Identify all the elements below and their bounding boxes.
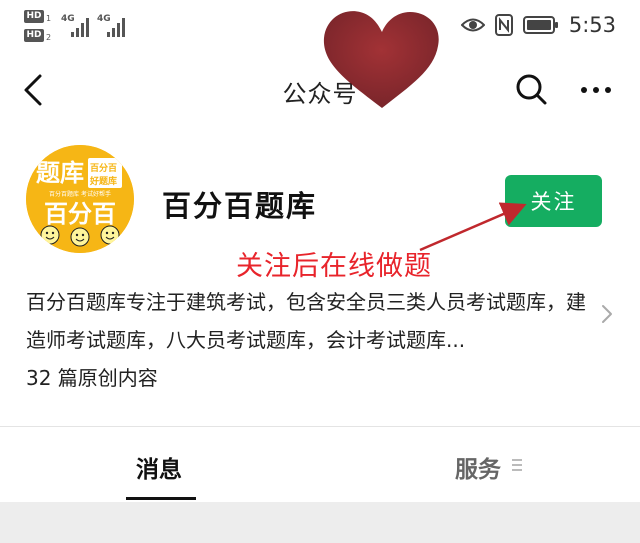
- heart-sticker-icon: [323, 11, 439, 109]
- smiley-icon: [40, 225, 60, 245]
- annotation-text: 关注后在线做题: [236, 251, 432, 282]
- signal-strength-icon: [107, 18, 125, 37]
- sim2-index: 2: [46, 33, 52, 42]
- chevron-right-icon[interactable]: [600, 303, 614, 325]
- signal-strength-icon: [71, 18, 89, 37]
- more-icon[interactable]: [578, 80, 614, 100]
- logo-graphic: 题库 百分百 好题库 百分百题库 考试好帮手 百分百: [26, 145, 134, 253]
- article-count: 32 篇原创内容: [26, 366, 158, 390]
- follow-button[interactable]: 关注: [505, 175, 602, 227]
- hd-badge-2: HD: [24, 29, 44, 42]
- account-name: 百分百题库: [162, 189, 318, 223]
- logo-tagline: 百分百题库 考试好帮手: [49, 190, 111, 198]
- logo-text-2: 百分百: [44, 200, 116, 228]
- logo-badge-1: 百分百: [90, 162, 117, 174]
- hd-badge-1: HD: [24, 10, 44, 23]
- tab-services[interactable]: 服务: [455, 450, 501, 484]
- battery-icon: [522, 16, 558, 34]
- nfc-icon: [494, 14, 513, 36]
- logo-badge-2: 好题库: [89, 175, 117, 187]
- status-icons: 5:53: [460, 10, 616, 40]
- tab-active-indicator: [126, 497, 196, 500]
- menu-lines-icon: [512, 459, 522, 471]
- message-area: [0, 502, 640, 543]
- account-description[interactable]: 百分百题库专注于建筑考试，包含安全员三类人员考试题库，建造师考试题库，八大员考试…: [26, 283, 594, 359]
- tab-messages[interactable]: 消息: [136, 450, 182, 484]
- smiley-icon: [70, 227, 90, 247]
- smiley-icon: [100, 225, 120, 245]
- account-avatar[interactable]: 题库 百分百 好题库 百分百题库 考试好帮手 百分百: [26, 145, 134, 253]
- logo-text-1: 题库: [36, 159, 84, 187]
- clock: 5:53: [568, 13, 616, 37]
- eye-icon: [460, 18, 485, 32]
- sim1-index: 1: [46, 14, 52, 23]
- divider: [0, 426, 640, 427]
- search-icon[interactable]: [514, 72, 548, 106]
